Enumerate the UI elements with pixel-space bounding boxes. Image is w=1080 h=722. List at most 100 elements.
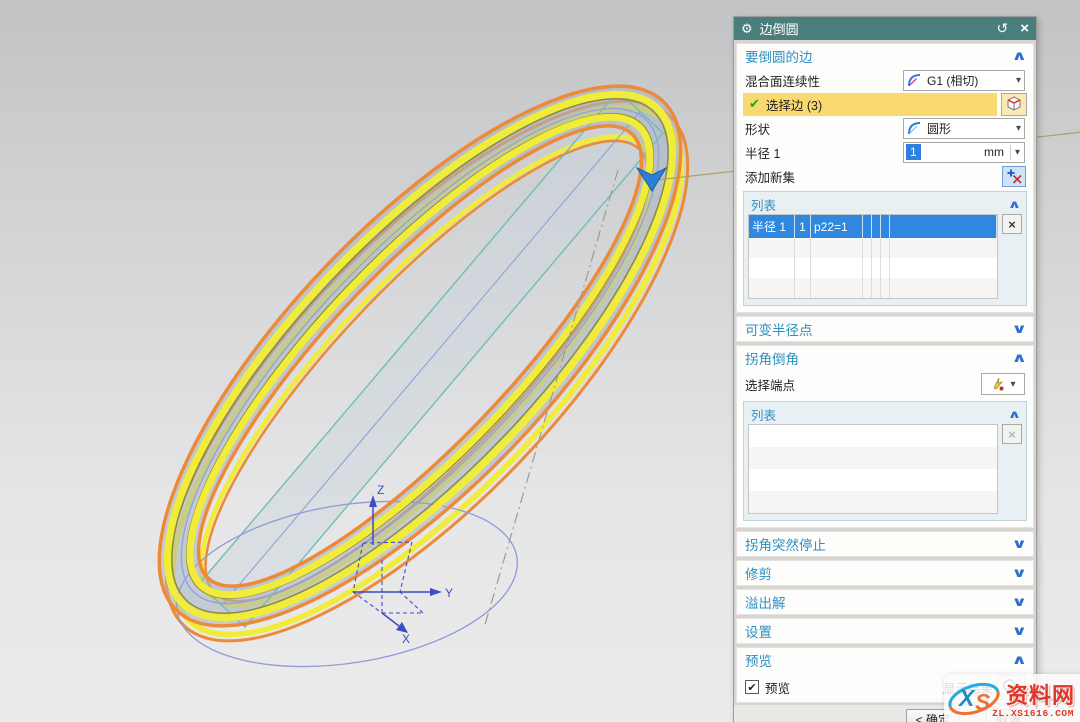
gear-icon: ⚙ xyxy=(741,21,753,37)
section-header-settings[interactable]: 设置 ∨ xyxy=(737,619,1033,643)
radius-unit: mm xyxy=(984,145,1010,159)
cell-radius-value: 1 xyxy=(795,215,811,238)
list-row-empty xyxy=(749,425,997,447)
chevron-down-icon[interactable]: ▾ xyxy=(1011,147,1024,158)
watermark-logo-s: S xyxy=(975,689,991,715)
preview-checkbox[interactable]: ✔ xyxy=(745,680,759,694)
section-corner-stop: 拐角突然停止 ∨ xyxy=(736,531,1034,557)
y-axis-label: Y xyxy=(445,586,453,600)
list-row-empty xyxy=(749,238,997,258)
section-header-preview[interactable]: 预览 ∧ xyxy=(737,648,1033,672)
chevron-up-icon[interactable]: ∧ xyxy=(1012,48,1028,64)
dialog-body: 要倒圆的边 ∧ 混合面连续性 G1 (相切) ▾ xyxy=(734,40,1036,705)
radius-list-table: 半径 1 1 p22=1 xyxy=(748,214,998,299)
select-endpoint-row: 选择端点 ▾ xyxy=(737,370,1033,398)
close-icon[interactable]: × xyxy=(1020,20,1029,37)
section-header-trim[interactable]: 修剪 ∨ xyxy=(737,561,1033,585)
reset-icon[interactable]: ↺ xyxy=(997,20,1009,37)
section-title: 预览 xyxy=(745,650,1014,670)
chevron-up-icon[interactable]: ∧ xyxy=(1012,350,1028,366)
section-edges-to-blend: 要倒圆的边 ∧ 混合面连续性 G1 (相切) ▾ xyxy=(736,43,1034,313)
chevron-down-icon[interactable]: ∨ xyxy=(1012,594,1028,610)
section-header-overflow[interactable]: 溢出解 ∨ xyxy=(737,590,1033,614)
chevron-down-icon[interactable]: ∨ xyxy=(1012,565,1028,581)
remove-list-item-button[interactable]: × xyxy=(1002,214,1022,234)
section-title: 修剪 xyxy=(745,563,1014,583)
z-axis-arrow xyxy=(369,495,377,507)
circular-shape-icon xyxy=(907,120,923,136)
chevron-down-icon[interactable]: ∨ xyxy=(1012,536,1028,552)
chevron-up-icon[interactable]: ∧ xyxy=(1012,652,1028,668)
section-header-corner-blend[interactable]: 拐角倒角 ∧ xyxy=(737,346,1033,370)
chevron-down-icon: ▾ xyxy=(1010,379,1015,390)
checkbox-check-icon: ✔ xyxy=(747,681,756,694)
select-endpoint-button[interactable]: ▾ xyxy=(981,373,1025,395)
section-title: 设置 xyxy=(745,621,1014,641)
list-row-empty xyxy=(749,258,997,278)
continuity-value: G1 (相切) xyxy=(927,72,1013,89)
x-axis-label: X xyxy=(402,632,410,646)
section-title: 拐角突然停止 xyxy=(745,534,1014,554)
select-edge-label: 选择边 (3) xyxy=(766,95,822,114)
radius-value[interactable]: 1 xyxy=(906,144,921,160)
shape-dropdown[interactable]: 圆形 ▾ xyxy=(903,118,1025,139)
section-header-edges-to-blend[interactable]: 要倒圆的边 ∧ xyxy=(737,44,1033,68)
section-title: 要倒圆的边 xyxy=(745,46,1014,66)
add-new-set-button[interactable] xyxy=(1002,166,1026,187)
endpoint-list-panel: 列表 ∧ × xyxy=(743,401,1027,521)
select-endpoint-label: 选择端点 xyxy=(745,375,981,394)
section-corner-blend: 拐角倒角 ∧ 选择端点 ▾ 列表 ∧ xyxy=(736,345,1034,528)
list-title: 列表 xyxy=(751,405,1010,424)
continuity-dropdown[interactable]: G1 (相切) ▾ xyxy=(903,70,1025,91)
add-new-set-label: 添加新集 xyxy=(745,167,1002,186)
cell-radius-expr: p22=1 xyxy=(811,215,863,238)
continuity-label: 混合面连续性 xyxy=(745,71,903,90)
section-trim: 修剪 ∨ xyxy=(736,560,1034,586)
edge-blend-dialog: ⚙ 边倒圆 ↺ × 要倒圆的边 ∧ 混合面连续性 xyxy=(733,16,1037,722)
watermark-url: ZL.XS1616.COM xyxy=(992,708,1074,719)
chevron-up-icon[interactable]: ∧ xyxy=(1008,198,1021,211)
dialog-titlebar[interactable]: ⚙ 边倒圆 ↺ × xyxy=(734,17,1036,40)
y-axis-arrow xyxy=(430,588,442,596)
chevron-up-icon[interactable]: ∧ xyxy=(1008,408,1021,421)
radius-list-panel: 列表 ∧ 半径 1 1 p22=1 xyxy=(743,191,1027,306)
solid-body-filter-button[interactable] xyxy=(1001,93,1027,116)
chevron-down-icon[interactable]: ∨ xyxy=(1012,321,1028,337)
chevron-down-icon[interactable]: ∨ xyxy=(1012,623,1028,639)
point-wand-icon xyxy=(990,376,1006,392)
radius-input[interactable]: 1 mm ▾ xyxy=(903,142,1025,163)
add-new-set-row: 添加新集 xyxy=(737,164,1033,188)
cube-icon xyxy=(1005,95,1023,113)
list-row-empty xyxy=(749,469,997,491)
chevron-down-icon: ▾ xyxy=(1013,75,1021,86)
shape-value: 圆形 xyxy=(927,120,1013,137)
list-row-empty xyxy=(749,491,997,513)
section-header-corner-stop[interactable]: 拐角突然停止 ∨ xyxy=(737,532,1033,556)
continuity-row: 混合面连续性 G1 (相切) ▾ xyxy=(737,68,1033,92)
endpoint-list-table xyxy=(748,424,998,514)
list-row-selected[interactable]: 半径 1 1 p22=1 xyxy=(749,215,997,238)
z-axis-label: Z xyxy=(377,483,384,497)
section-variable-radius: 可变半径点 ∨ xyxy=(736,316,1034,342)
section-title: 可变半径点 xyxy=(745,319,1014,339)
section-overflow: 溢出解 ∨ xyxy=(736,589,1034,615)
green-check-icon: ✔ xyxy=(749,96,760,112)
list-header[interactable]: 列表 ∧ xyxy=(748,404,1022,424)
list-header[interactable]: 列表 ∧ xyxy=(748,194,1022,214)
shape-label: 形状 xyxy=(745,119,903,138)
application-window: Z Y X ⚙ 边倒圆 ↺ × 要倒圆的边 ∧ 混合面连续性 xyxy=(0,0,1080,722)
preview-checkbox-label: 预览 xyxy=(765,678,790,697)
watermark: X S 资料网 ZL.XS1616.COM xyxy=(944,674,1080,722)
cell-radius-name: 半径 1 xyxy=(749,215,795,238)
radius-row: 半径 1 1 mm ▾ xyxy=(737,140,1033,164)
add-set-icon xyxy=(1006,168,1023,185)
radius-label: 半径 1 xyxy=(745,143,903,162)
shape-row: 形状 圆形 ▾ xyxy=(737,116,1033,140)
list-row-empty xyxy=(749,447,997,469)
section-header-variable-radius[interactable]: 可变半径点 ∨ xyxy=(737,317,1033,341)
watermark-site-name: 资料网 xyxy=(1006,678,1075,710)
section-title: 溢出解 xyxy=(745,592,1014,612)
list-title: 列表 xyxy=(751,195,1010,214)
select-edge-field[interactable]: ✔ 选择边 (3) xyxy=(743,93,997,116)
remove-list-item-button-disabled: × xyxy=(1002,424,1022,444)
